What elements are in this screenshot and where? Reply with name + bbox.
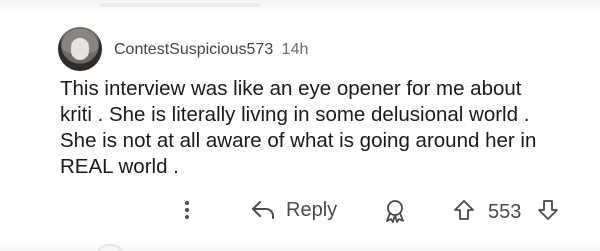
- more-vertical-icon-dot: [185, 208, 189, 212]
- avatar-face: [71, 38, 89, 60]
- previous-comment-edge: [0, 0, 600, 14]
- comment-line: She is not at all aware of what is going…: [60, 129, 537, 152]
- more-vertical-icon-dot: [185, 215, 189, 219]
- more-vertical-icon: [185, 201, 189, 205]
- comment: ContestSuspicious573 14h This interview …: [0, 20, 600, 230]
- reply-arrow-icon: [252, 201, 274, 219]
- more-options-button[interactable]: [180, 197, 194, 223]
- downvote-arrow-icon[interactable]: [536, 198, 560, 222]
- vote-score: 553: [488, 201, 522, 223]
- reply-label: Reply: [286, 199, 338, 221]
- username[interactable]: ContestSuspicious573: [114, 41, 273, 58]
- avatar[interactable]: [58, 27, 102, 71]
- comment-line: This interview was like an eye opener fo…: [60, 77, 522, 100]
- timestamp: 14h: [281, 41, 309, 58]
- next-comment-avatar-fragment: [95, 244, 125, 251]
- next-comment-edge: [0, 240, 600, 251]
- comment-line: kriti . She is literally living in some …: [60, 103, 530, 126]
- comment-meta: ContestSuspicious573 14h: [114, 40, 308, 60]
- previous-comment-fragment: [100, 3, 260, 7]
- comment-body: This interview was like an eye opener fo…: [60, 76, 560, 180]
- upvote-arrow-icon[interactable]: [452, 198, 476, 222]
- reply-button[interactable]: Reply: [250, 196, 337, 224]
- comment-line: REAL world .: [60, 155, 179, 178]
- award-icon[interactable]: [382, 198, 408, 224]
- comment-actions: Reply 553: [0, 192, 600, 228]
